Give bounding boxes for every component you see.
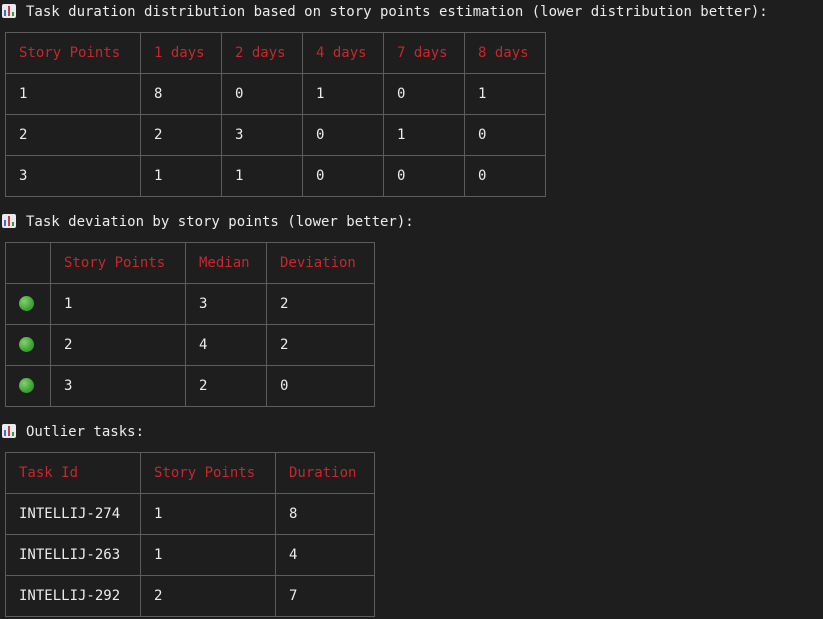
bar-chart-icon: [2, 4, 16, 18]
table-cell: 2: [185, 365, 267, 407]
table-cell: 3: [185, 283, 267, 325]
green-circle-icon: [19, 378, 34, 393]
green-circle-icon: [19, 337, 34, 352]
duration-section-title: Task duration distribution based on stor…: [2, 0, 768, 24]
column-header-median: Median: [185, 242, 267, 284]
outliers-title-text: Outlier tasks:: [26, 424, 145, 440]
column-header-2-days: 2 days: [221, 32, 303, 74]
table-cell: 2: [5, 114, 141, 156]
column-header-status: [5, 242, 51, 284]
green-circle-icon: [19, 296, 34, 311]
table-cell: 3: [5, 155, 141, 197]
table-cell: 2: [140, 114, 222, 156]
table-row: 2 4 2: [5, 324, 375, 366]
column-header-duration: Duration: [275, 452, 375, 494]
table-row: 1 3 2: [5, 283, 375, 325]
table-row: INTELLIJ-263 1 4: [5, 534, 375, 576]
table-cell: 0: [302, 155, 384, 197]
table-header-row: Story Points 1 days 2 days 4 days 7 days…: [5, 32, 546, 74]
column-header-story-points: Story Points: [5, 32, 141, 74]
status-cell: [5, 365, 51, 407]
task-id-cell: INTELLIJ-292: [5, 575, 141, 617]
table-header-row: Task Id Story Points Duration: [5, 452, 375, 494]
table-cell: 2: [50, 324, 186, 366]
table-cell: 7: [275, 575, 375, 617]
table-cell: 0: [266, 365, 375, 407]
duration-table: Story Points 1 days 2 days 4 days 7 days…: [5, 32, 546, 197]
deviation-table: Story Points Median Deviation 1 3 2 2 4 …: [5, 242, 375, 407]
table-cell: 1: [383, 114, 465, 156]
table-cell: 8: [140, 73, 222, 115]
outliers-table: Task Id Story Points Duration INTELLIJ-2…: [5, 452, 375, 617]
column-header-4-days: 4 days: [302, 32, 384, 74]
task-id-cell: INTELLIJ-274: [5, 493, 141, 535]
outliers-section-title: Outlier tasks:: [2, 420, 144, 444]
table-cell: 2: [266, 324, 375, 366]
table-cell: 1: [302, 73, 384, 115]
table-cell: 1: [221, 155, 303, 197]
table-cell: 1: [50, 283, 186, 325]
table-cell: 0: [221, 73, 303, 115]
table-cell: 3: [50, 365, 186, 407]
table-row: 1 8 0 1 0 1: [5, 73, 546, 115]
table-cell: 0: [464, 114, 546, 156]
table-row: 2 2 3 0 1 0: [5, 114, 546, 156]
table-cell: 1: [464, 73, 546, 115]
table-cell: 1: [140, 534, 276, 576]
table-cell: 3: [221, 114, 303, 156]
column-header-1-days: 1 days: [140, 32, 222, 74]
table-row: 3 2 0: [5, 365, 375, 407]
bar-chart-icon: [2, 214, 16, 228]
table-cell: 4: [185, 324, 267, 366]
table-row: INTELLIJ-292 2 7: [5, 575, 375, 617]
table-cell: 2: [266, 283, 375, 325]
deviation-section-title: Task deviation by story points (lower be…: [2, 210, 414, 234]
column-header-story-points: Story Points: [140, 452, 276, 494]
table-row: INTELLIJ-274 1 8: [5, 493, 375, 535]
table-cell: 0: [464, 155, 546, 197]
table-row: 3 1 1 0 0 0: [5, 155, 546, 197]
table-cell: 8: [275, 493, 375, 535]
task-id-cell: INTELLIJ-263: [5, 534, 141, 576]
column-header-task-id: Task Id: [5, 452, 141, 494]
status-cell: [5, 324, 51, 366]
table-cell: 1: [140, 155, 222, 197]
table-cell: 0: [302, 114, 384, 156]
table-cell: 0: [383, 155, 465, 197]
column-header-7-days: 7 days: [383, 32, 465, 74]
table-header-row: Story Points Median Deviation: [5, 242, 375, 284]
table-cell: 1: [140, 493, 276, 535]
duration-title-text: Task duration distribution based on stor…: [26, 4, 768, 20]
deviation-title-text: Task deviation by story points (lower be…: [26, 214, 414, 230]
table-cell: 1: [5, 73, 141, 115]
bar-chart-icon: [2, 424, 16, 438]
status-cell: [5, 283, 51, 325]
column-header-deviation: Deviation: [266, 242, 375, 284]
table-cell: 4: [275, 534, 375, 576]
column-header-story-points: Story Points: [50, 242, 186, 284]
table-cell: 0: [383, 73, 465, 115]
table-cell: 2: [140, 575, 276, 617]
column-header-8-days: 8 days: [464, 32, 546, 74]
